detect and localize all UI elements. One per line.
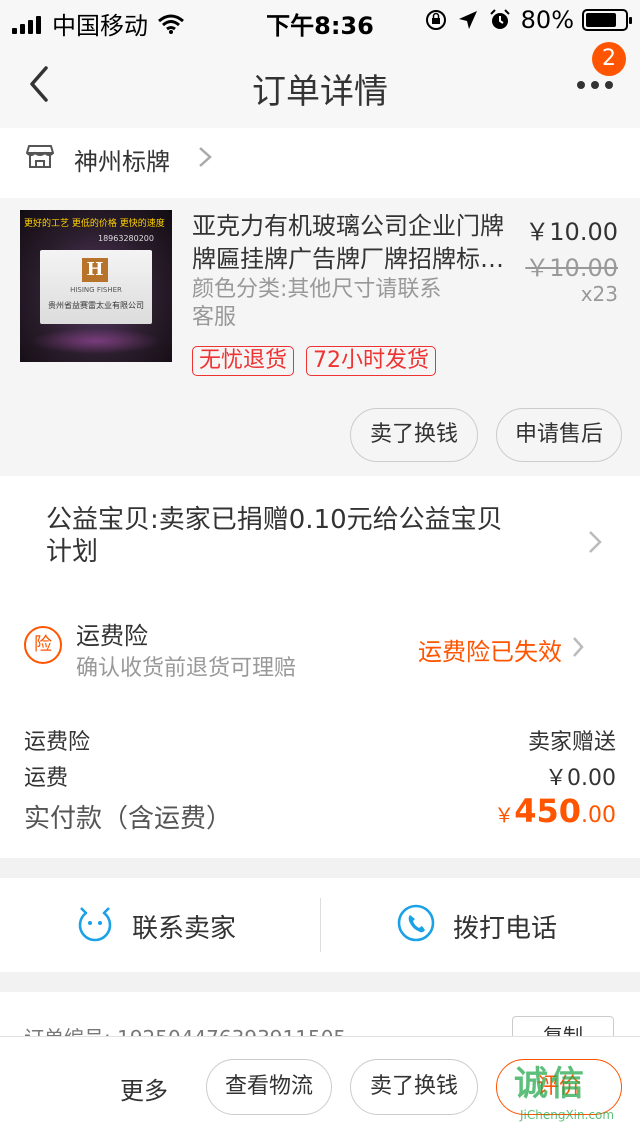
view-logistics-button[interactable]: 查看物流: [206, 1059, 332, 1115]
shop-name[interactable]: 神州标牌: [74, 142, 170, 177]
thumb-phone: 18963280200: [98, 234, 154, 243]
fee-insurance-value: 卖家赠送: [527, 730, 616, 755]
fee-shipping-label: 运费: [24, 766, 69, 791]
contact-seller-label: 联系卖家: [132, 914, 237, 944]
apply-after-sale-button[interactable]: 申请售后: [496, 408, 622, 462]
more-dots-icon[interactable]: [576, 80, 614, 90]
fee-row-shipping: 运费 ￥0.00: [24, 760, 616, 792]
watermark: 诚信 JiChengXin.com: [514, 1056, 632, 1132]
charity-text[interactable]: 公益宝贝:卖家已捐赠0.10元给公益宝贝 计划: [46, 504, 566, 568]
product-price: ￥10.00: [525, 218, 618, 246]
fee-shipping-value: ￥0.00: [545, 766, 616, 791]
sku-line1: 颜色分类:其他尺寸请联系: [192, 277, 442, 302]
order-summary-section: 公益宝贝:卖家已捐赠0.10元给公益宝贝 计划 险 运费险 确认收货前退货可理赔…: [0, 476, 640, 858]
tag-72h-shipping: 72小时发货: [306, 346, 437, 376]
total-paid-label: 实付款（含运费）: [24, 804, 233, 834]
battery-icon: [582, 9, 632, 31]
insurance-subtitle: 确认收货前退货可理赔: [76, 656, 297, 681]
total-currency: ￥: [494, 803, 515, 827]
product-name[interactable]: 亚克力有机玻璃公司企业门牌 牌匾挂牌广告牌厂牌招牌标识牌: [192, 210, 518, 276]
message-badge: 2: [592, 42, 626, 76]
product-name-line2: 牌匾挂牌广告牌厂牌招牌标识牌: [192, 245, 518, 273]
shop-row[interactable]: 神州标牌: [0, 128, 640, 198]
thumb-sign: H HISING FISHER 贵州省益赛雷太业有限公司: [40, 250, 152, 324]
product-name-line1: 亚克力有机玻璃公司企业门牌: [192, 212, 504, 240]
total-integer: 450: [514, 792, 581, 830]
orientation-lock-icon: [425, 10, 446, 30]
thumb-logo: H: [82, 258, 108, 282]
chevron-right-icon[interactable]: [588, 530, 602, 554]
page-title: 订单详情: [252, 72, 388, 112]
product-sku: 颜色分类:其他尺寸请联系 客服: [192, 276, 482, 332]
total-paid-value: ￥450.00: [494, 792, 616, 830]
sku-line2: 客服: [192, 305, 237, 330]
watermark-main: 诚信: [514, 1064, 586, 1104]
product-original-price: ￥10.00: [525, 254, 618, 282]
contact-section: 联系卖家 拨打电话: [0, 878, 640, 972]
call-phone-button[interactable]: 拨打电话: [321, 878, 640, 972]
service-tags: 无忧退货 72小时发货: [192, 346, 448, 376]
charity-line1: 公益宝贝:卖家已捐赠0.10元给公益宝贝: [46, 505, 503, 535]
watermark-sub: JiChengXin.com: [520, 1108, 615, 1122]
product-thumbnail[interactable]: 更好的工艺 更低的价格 更快的速度 18963280200 H HISING F…: [20, 210, 172, 362]
call-phone-label: 拨打电话: [453, 914, 558, 944]
insurance-icon: 险: [24, 626, 62, 664]
location-icon: [458, 11, 477, 29]
thumb-slogan: 更好的工艺 更低的价格 更快的速度: [24, 219, 165, 229]
chat-face-icon: [78, 907, 112, 942]
tag-worry-free-return: 无忧退货: [192, 346, 295, 376]
fee-row-insurance: 运费险 卖家赠送: [24, 724, 616, 756]
battery-percent: 80%: [520, 6, 574, 34]
product-quantity: x23: [580, 282, 618, 306]
sell-for-cash-button[interactable]: 卖了换钱: [350, 408, 478, 462]
contact-seller-button[interactable]: 联系卖家: [0, 878, 320, 972]
nav-bar: 订单详情 2: [0, 40, 640, 128]
phone-icon: [397, 904, 435, 942]
product-card[interactable]: 更好的工艺 更低的价格 更快的速度 18963280200 H HISING F…: [0, 198, 640, 476]
total-decimal: .00: [581, 803, 616, 828]
thumb-company: 贵州省益赛雷太业有限公司: [48, 301, 144, 310]
chevron-right-icon[interactable]: [572, 636, 584, 658]
thumb-glow: [30, 328, 162, 354]
status-right: 80%: [415, 6, 632, 34]
thumb-logo-text: HISING FISHER: [70, 286, 122, 294]
charity-line2: 计划: [46, 537, 99, 567]
chevron-right-icon: [199, 147, 212, 167]
sell-for-cash-bottom-button[interactable]: 卖了换钱: [350, 1059, 478, 1115]
shop-icon: [26, 145, 54, 168]
fee-insurance-label: 运费险: [24, 730, 91, 755]
insurance-status[interactable]: 运费险已失效: [418, 632, 562, 667]
alarm-icon: [489, 9, 510, 29]
status-bar: 中国移动 下午8:36 80%: [0, 0, 640, 40]
more-button[interactable]: 更多: [120, 1071, 168, 1106]
insurance-title: 运费险: [76, 622, 148, 650]
